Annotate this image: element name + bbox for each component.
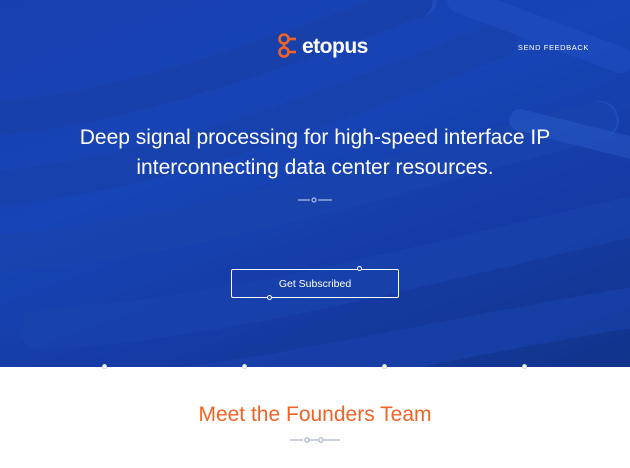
get-subscribed-button[interactable]: Get Subscribed — [231, 269, 399, 298]
section-edge-dot-1 — [102, 364, 107, 369]
section-edge-dot-3 — [382, 364, 387, 369]
etopus-logo[interactable]: etopus — [276, 32, 368, 60]
hero-divider-ornament — [298, 197, 332, 203]
button-corner-dot-top — [357, 266, 362, 271]
founders-section-title: Meet the Founders Team — [198, 403, 432, 426]
section-edge-dot-4 — [522, 364, 527, 369]
headline-line-2: interconnecting data center resources. — [136, 156, 494, 179]
hero-headline: Deep signal processing for high-speed in… — [0, 123, 630, 183]
founders-divider-ornament — [290, 437, 340, 443]
send-feedback-link[interactable]: SEND FEEDBACK — [518, 43, 589, 52]
headline-line-1: Deep signal processing for high-speed in… — [79, 126, 551, 149]
etopus-logo-mark-icon — [278, 33, 296, 58]
section-edge-dot-2 — [242, 364, 247, 369]
logo-text: etopus — [302, 34, 368, 58]
hero-section: etopus SEND FEEDBACK Deep signal process… — [0, 0, 630, 367]
button-corner-dot-bottom — [267, 295, 272, 300]
